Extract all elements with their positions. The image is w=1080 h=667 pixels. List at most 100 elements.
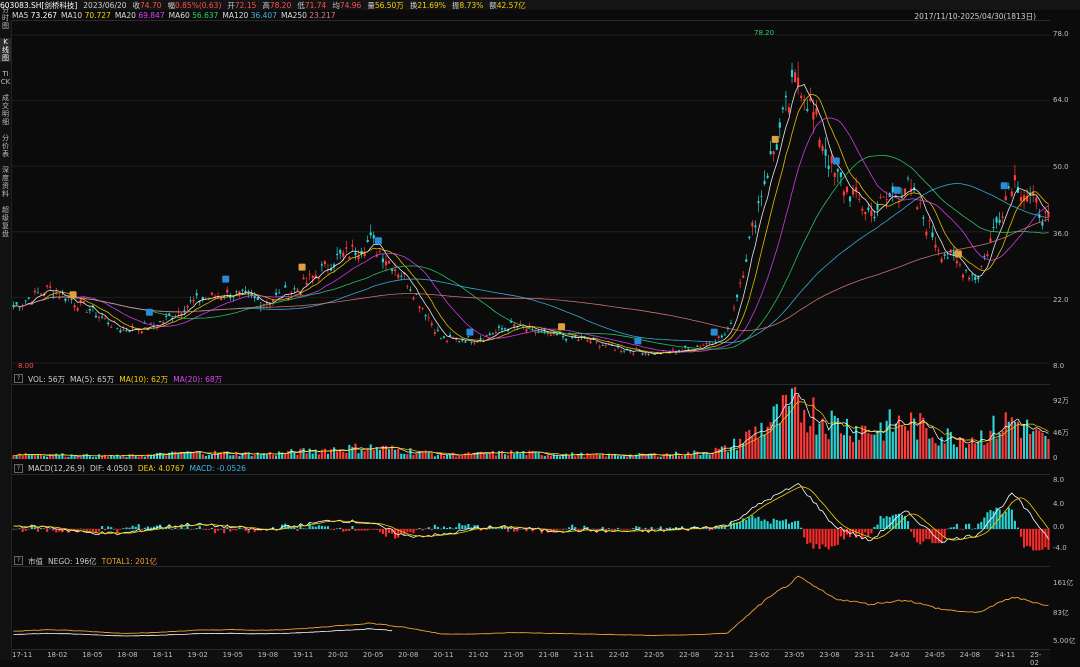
price-panel[interactable] [12,20,1050,373]
candle-body [473,342,476,344]
time-axis-label: 19-08 [257,651,279,659]
ma20-legend[interactable]: MA20 69.847 [115,11,165,20]
volume-bar [61,453,64,459]
macd-bar [781,520,784,529]
macd-bar [568,527,571,529]
volume-bar [52,455,55,459]
candle-body [720,335,723,338]
macd-bar [238,527,241,529]
volume-bar [449,454,452,459]
sidebar-item-trade-detail[interactable]: 成交明细 [0,94,11,126]
candle-body [613,349,617,351]
macd-dif: DIF: 4.0503 [89,464,133,473]
volume-bar [363,451,366,459]
view-sidebar: 分时图 K线图 TICK 成交明细 分价表 深度资料 超级复盘 [0,6,12,660]
candle-body [696,345,699,347]
volume-chart[interactable] [12,385,1050,463]
ma250-legend[interactable]: MA250 23.217 [281,11,336,20]
macd-bar [623,529,626,530]
sidebar-item-depth-info[interactable]: 深度资料 [0,166,11,198]
ma5-legend[interactable]: MA5 73.267 [12,11,57,20]
volume-bar [217,453,220,459]
candle-body [449,334,452,337]
volume-bar [207,454,210,459]
market-value-chart[interactable] [12,567,1050,650]
volume-bar [879,422,882,459]
help-icon[interactable]: ? [14,556,23,565]
volume-bar [436,454,439,459]
macd-bar [803,529,806,538]
volume-bar [983,444,986,459]
sidebar-item-price-table[interactable]: 分价表 [0,134,11,158]
max-price-label: 78.20 [754,29,775,37]
volume-bar [64,456,67,459]
ma60-legend[interactable]: MA60 56.637 [169,11,219,20]
volume-bar [134,455,137,459]
candle-body [384,261,388,266]
candle-body [598,346,601,348]
candle-body [742,275,745,278]
stock-symbol[interactable]: 603083.SH[剑桥科技] [0,0,77,10]
volume-bar [968,443,971,459]
macd-chart[interactable] [12,475,1050,555]
macd-bar [49,528,52,530]
candle-body [790,69,794,77]
volume-bar [461,454,464,459]
candle-body [1044,210,1047,213]
macd-panel[interactable] [12,474,1050,555]
ma120-legend[interactable]: MA120 36.407 [222,11,277,20]
volume-bar [619,455,623,459]
ma10-legend[interactable]: MA10 70.727 [61,11,111,20]
macd-bar [748,517,751,529]
sidebar-item-replay[interactable]: 超级复盘 [0,206,11,238]
macd-bar [864,529,867,533]
macd-bar [119,529,122,530]
macd-bar [171,529,174,530]
volume-bar [690,454,693,459]
macd-bar [1019,529,1023,537]
candle-body [769,151,772,155]
volume-bar [995,438,998,459]
volume-panel[interactable] [12,384,1050,463]
sidebar-item-kline[interactable]: K线图 [0,38,11,62]
candle-body [977,277,980,280]
ma5-line [13,83,1049,355]
candle-body [824,149,827,156]
sidebar-item-tick[interactable]: TICK [0,70,11,86]
total-mv-line [13,575,1049,636]
price-tick: 64.0 [1053,96,1069,104]
macd-bar [787,523,791,529]
macd-bar [571,524,574,529]
candle-body [916,207,919,210]
candle-body [705,342,708,345]
macd-bar [21,529,24,533]
sidebar-item-timeshare[interactable]: 分时图 [0,6,11,30]
macd-bar [409,529,412,532]
candle-body [784,95,787,98]
volume-bar [677,455,681,459]
volume-bar [867,433,870,459]
volume-bar [210,454,214,459]
help-icon[interactable]: ? [14,374,23,383]
price-chart[interactable] [12,21,1050,373]
signal-marker-icon [466,328,474,336]
volume-bar [891,431,894,459]
candle-body [815,108,818,115]
volume-bar [659,456,662,459]
candle-body [464,341,467,343]
market-value-panel[interactable] [12,566,1050,650]
macd-bar [458,523,461,529]
volume-bar [519,453,522,459]
amp-label: 振 [451,0,460,10]
macd-bar [342,529,345,532]
macd-bar [986,512,989,529]
macd-bar [491,528,494,529]
macd-bar [839,529,842,537]
help-icon[interactable]: ? [14,464,23,473]
volume-bar [140,455,143,459]
volume-bar [1022,423,1026,459]
quote-info-bar: 603083.SH[剑桥科技] 2023/06/20 收 74.70 幅 0.8… [0,0,1080,10]
volume-bar [369,444,372,459]
volume-bar [638,453,641,459]
macd-bar [326,526,330,529]
